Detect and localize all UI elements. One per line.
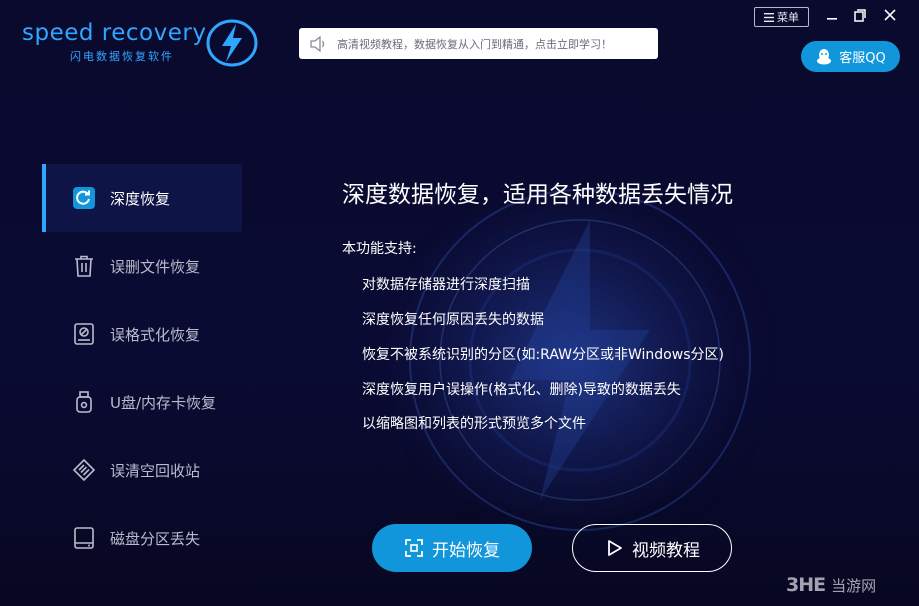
sidebar-item-label: 误格式化恢复 [110,325,201,344]
menu-button[interactable]: 菜单 [754,7,809,27]
qq-penguin-icon [817,48,832,64]
usb-icon [76,391,92,413]
sidebar-item-label: 磁盘分区丢失 [110,529,201,548]
menu-icon [764,12,774,22]
feature-item: 以缩略图和列表的形式预览多个文件 [362,416,586,432]
scan-icon [405,539,423,557]
sidebar-item-deep-recovery[interactable]: 深度恢复 [42,164,242,232]
speaker-icon [310,35,325,52]
qq-support-label: 客服QQ [839,51,886,66]
sidebar-item-label: 误删文件恢复 [110,257,201,276]
sidebar: 深度恢复 误删文件恢复 误格式化恢复 U盘/内存卡恢复 误清空回收站 磁盘分区丢… [42,164,242,572]
notice-text: 高清视频教程，数据恢复从入门到精通，点击立即学习！ [337,37,612,51]
site-watermark: 3HE 当游网 [786,572,914,598]
brand-subtitle: 闪电数据恢复软件 [70,50,174,63]
start-recovery-label: 开始恢复 [432,540,500,561]
maximize-icon[interactable] [850,7,870,25]
recycle-bin-icon [72,458,96,482]
feature-item: 深度恢复任何原因丢失的数据 [362,312,544,328]
sidebar-item-usb-recovery[interactable]: U盘/内存卡恢复 [42,368,242,436]
sidebar-item-format-recovery[interactable]: 误格式化恢复 [42,300,242,368]
lightning-logo-icon [206,19,258,67]
feature-item: 对数据存储器进行深度扫描 [362,277,530,293]
sidebar-item-recycle-bin[interactable]: 误清空回收站 [42,436,242,504]
brand-name: speed recovery [22,20,207,46]
page-title: 深度数据恢复，适用各种数据丢失情况 [342,182,733,208]
minimize-icon[interactable] [822,7,842,25]
sidebar-item-deleted-files[interactable]: 误删文件恢复 [42,232,242,300]
video-tutorial-button[interactable]: 视频教程 [572,524,732,572]
disk-partition-icon [74,527,94,549]
support-heading: 本功能支持: [342,241,417,257]
trash-icon [75,255,93,277]
format-disk-icon [74,323,94,345]
play-icon [608,540,622,556]
notice-bar[interactable]: 高清视频教程，数据恢复从入门到精通，点击立即学习！ [299,28,658,59]
start-recovery-button[interactable]: 开始恢复 [372,524,532,572]
video-tutorial-label: 视频教程 [632,540,700,561]
menu-label: 菜单 [777,11,799,24]
close-icon[interactable] [880,7,900,25]
sidebar-item-label: 深度恢复 [110,189,171,208]
watermark-text: 当游网 [831,576,877,595]
sidebar-item-partition-loss[interactable]: 磁盘分区丢失 [42,504,242,572]
qq-support-button[interactable]: 客服QQ [801,41,900,72]
feature-item: 深度恢复用户误操作(格式化、删除)导致的数据丢失 [362,382,681,398]
sidebar-item-label: 误清空回收站 [110,461,201,480]
app-logo: speed recovery 闪电数据恢复软件 [22,18,262,70]
deep-recovery-icon [73,187,95,209]
watermark-mark: 3HE [786,574,826,596]
feature-item: 恢复不被系统识别的分区(如:RAW分区或非Windows分区) [362,347,724,363]
sidebar-item-label: U盘/内存卡恢复 [110,393,217,412]
